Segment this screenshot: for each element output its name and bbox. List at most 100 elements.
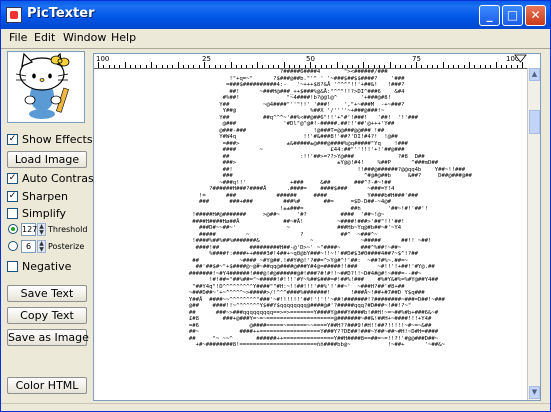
copy-text-button[interactable]: Copy Text	[7, 307, 87, 324]
ruler-tick	[188, 65, 190, 68]
image-preview	[7, 51, 85, 123]
ruler-tick	[426, 65, 428, 68]
title-bar[interactable]: PicTexter _ □ ✕	[1, 1, 550, 29]
ascii-art-text[interactable]: ?#####6####4 "><######/### !"+q=~" ?$###…	[98, 69, 526, 349]
ruler-tick	[506, 65, 508, 68]
menu-help[interactable]: Help	[111, 31, 136, 44]
ruler-tick	[108, 65, 110, 68]
ruler-tick	[384, 65, 386, 68]
ruler-tick	[363, 62, 364, 68]
checkbox-box[interactable]	[7, 208, 18, 219]
ruler-tick	[495, 62, 497, 68]
ruler-tick	[373, 65, 375, 68]
ruler-tick	[272, 65, 274, 68]
ruler-tick	[341, 65, 343, 68]
ruler-tick	[283, 62, 285, 68]
checkbox-box[interactable]: ✓	[7, 134, 18, 145]
checkbox-box[interactable]: ✓	[7, 173, 18, 184]
ruler-tick	[347, 65, 349, 68]
ruler-tick	[336, 62, 338, 68]
ruler-slider-handle[interactable]	[514, 54, 527, 68]
load-image-button[interactable]: Load Image	[7, 151, 87, 168]
vertical-scrollbar[interactable]: ▲ ▼	[527, 68, 540, 400]
ruler-tick	[230, 62, 232, 68]
posterize-spin-button[interactable]: ▲ ▼	[37, 240, 46, 253]
save-text-button[interactable]: Save Text	[7, 285, 87, 302]
ruler-tick	[410, 65, 412, 68]
ruler-tick	[198, 65, 200, 68]
ruler-tick	[511, 65, 513, 68]
menu-edit[interactable]: Edit	[34, 31, 55, 44]
checkbox-label: Sharpen	[22, 190, 68, 203]
ruler-tick	[204, 62, 205, 68]
app-icon[interactable]	[6, 7, 22, 23]
ruler-tick	[193, 65, 195, 68]
ruler-tick	[288, 65, 290, 68]
ruler-tick	[145, 65, 147, 68]
ruler-tick	[161, 65, 163, 68]
checkbox-label: Show Effects	[22, 133, 93, 146]
ruler-tick	[500, 65, 502, 68]
ruler-tick	[394, 65, 396, 68]
ruler-tick	[431, 65, 433, 68]
minimize-button[interactable]: _	[479, 5, 500, 26]
ruler-tick	[405, 65, 407, 68]
ruler-tick	[166, 65, 168, 68]
ruler-tick	[225, 65, 227, 68]
close-button[interactable]: ✕	[525, 5, 546, 26]
ruler-tick	[479, 65, 481, 68]
ruler-tick	[257, 62, 258, 68]
ruler-tick	[209, 65, 211, 68]
ruler-tick	[156, 65, 158, 68]
threshold-spin-button[interactable]: ▲ ▼	[37, 223, 46, 236]
ascii-output-panel[interactable]: 100 25 50 75 100 ?#####6####4 "><######/…	[93, 53, 541, 401]
ruler-tick	[177, 62, 179, 68]
ruler-tick	[469, 62, 470, 68]
ruler-tick	[447, 65, 449, 68]
width-ruler[interactable]: 100 25 50 75 100	[94, 54, 527, 69]
checkbox-box[interactable]: ✓	[7, 191, 18, 202]
ruler-tick	[214, 65, 216, 68]
ruler-tick	[119, 65, 121, 68]
posterize-radio[interactable]	[8, 241, 18, 251]
scroll-down-arrow-icon[interactable]: ▼	[529, 386, 540, 399]
ruler-tick	[129, 65, 131, 68]
ruler-tick	[474, 65, 476, 68]
ruler-tick	[325, 65, 327, 68]
ruler-tick	[357, 65, 359, 68]
posterize-value-field[interactable]: 6	[21, 240, 36, 253]
ruler-tick	[172, 65, 174, 68]
checkbox-box[interactable]	[7, 261, 18, 272]
checkbox-label: Auto Contrast	[22, 172, 99, 185]
ruler-tick	[235, 65, 237, 68]
ruler-tick	[219, 65, 221, 68]
threshold-radio[interactable]	[8, 224, 18, 234]
maximize-button[interactable]: □	[502, 5, 523, 26]
ruler-tick	[299, 65, 301, 68]
status-bar	[1, 403, 550, 412]
color-html-button[interactable]: Color HTML	[7, 377, 87, 394]
ruler-tick	[389, 62, 391, 68]
ruler-tick	[251, 65, 253, 68]
ruler-tick	[437, 65, 439, 68]
ruler-tick	[246, 65, 248, 68]
menu-window[interactable]: Window	[63, 31, 106, 44]
ruler-tick	[453, 65, 455, 68]
threshold-value-field[interactable]: 127	[21, 223, 37, 236]
ruler-tick	[310, 62, 311, 68]
ruler-tick	[442, 62, 444, 68]
checkbox-label: Simplify	[22, 207, 67, 220]
ruler-tick	[182, 65, 184, 68]
ruler-tick	[124, 62, 126, 68]
ruler-tick	[140, 65, 142, 68]
save-as-image-button[interactable]: Save as Image	[7, 329, 89, 346]
ruler-tick	[352, 65, 354, 68]
ruler-tick	[378, 65, 380, 68]
ruler-tick	[320, 65, 322, 68]
posterize-label: Posterize	[48, 242, 85, 251]
hello-kitty-image	[15, 52, 70, 119]
ruler-tick	[331, 65, 333, 68]
menu-file[interactable]: File	[9, 31, 27, 44]
scroll-up-arrow-icon[interactable]: ▲	[529, 68, 540, 81]
scroll-thumb[interactable]	[529, 110, 540, 134]
